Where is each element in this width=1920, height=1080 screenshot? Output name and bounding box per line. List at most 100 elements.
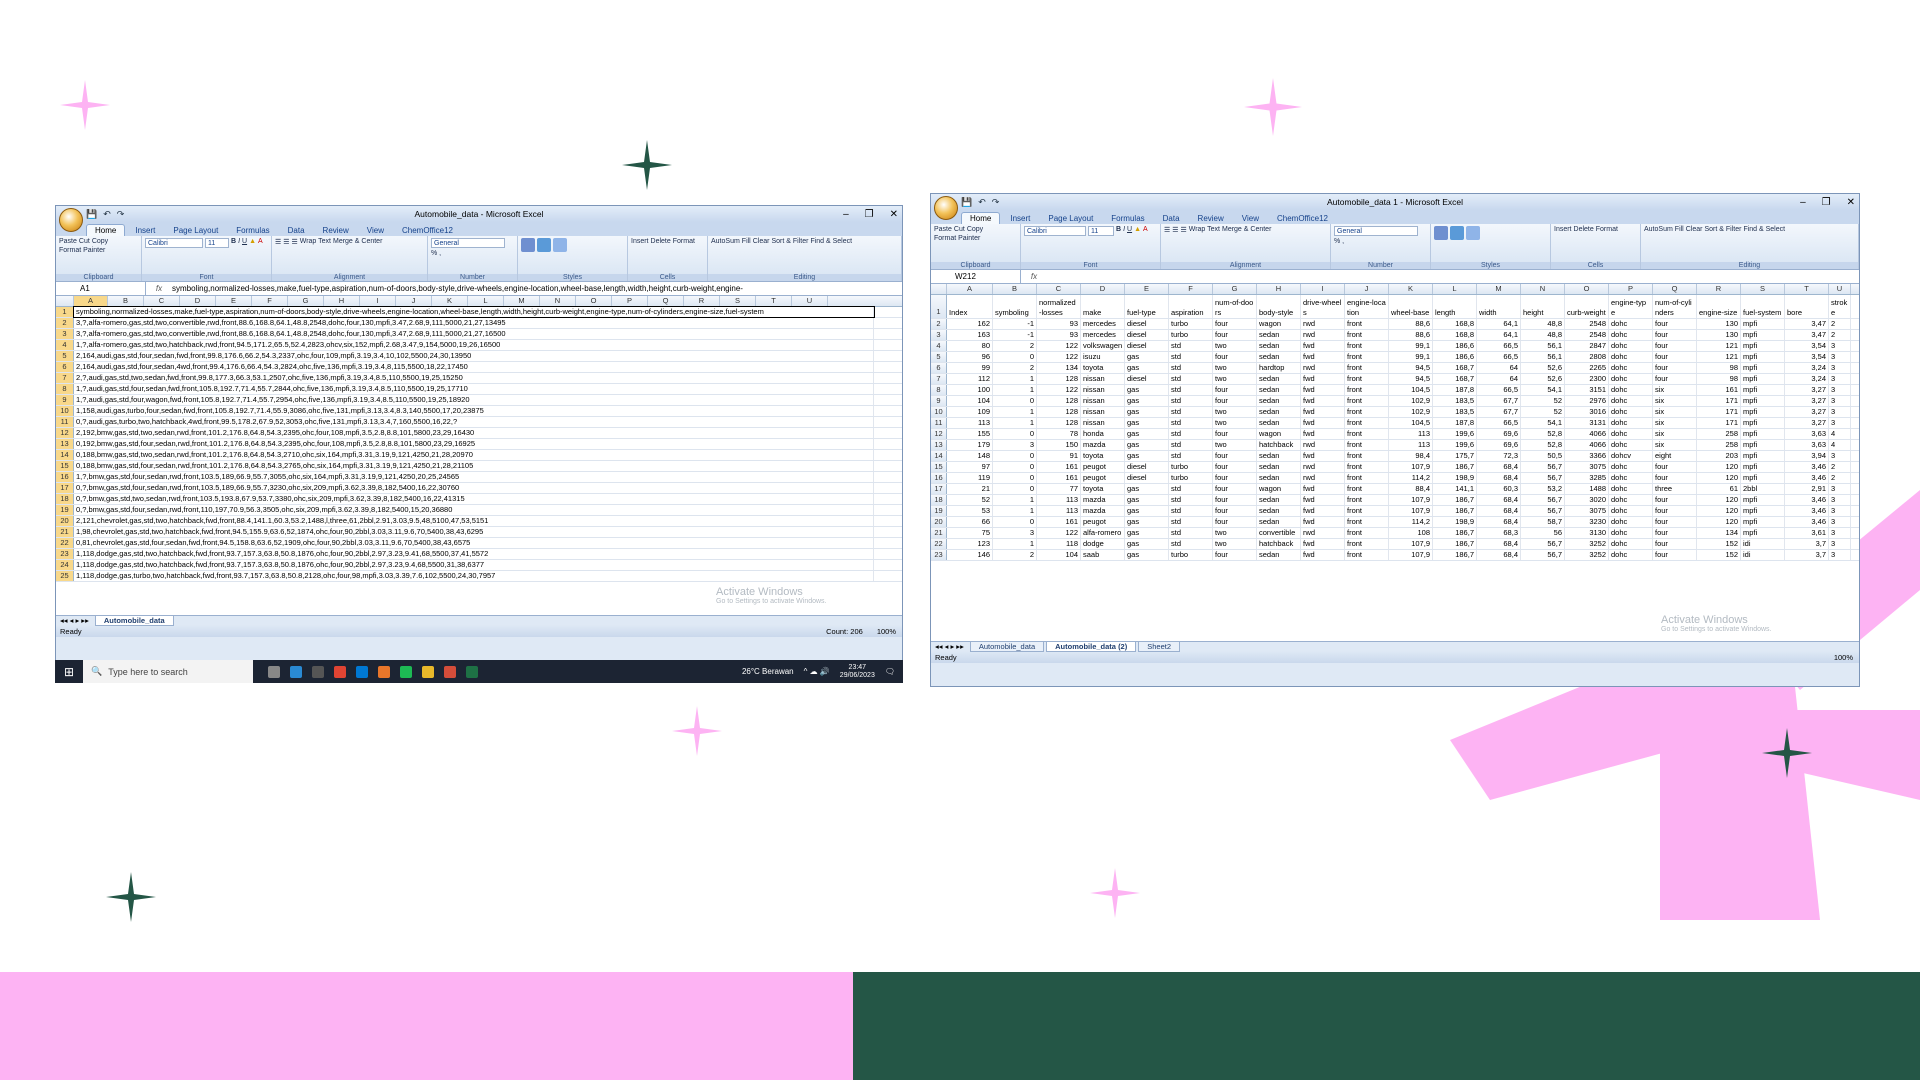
table-cell[interactable]: 161 (1037, 473, 1081, 483)
table-cell[interactable]: mpfi (1741, 528, 1785, 538)
column-title[interactable]: make (1081, 295, 1125, 318)
column-header[interactable]: G (288, 296, 324, 306)
table-cell[interactable]: 3 (1829, 352, 1851, 362)
table-cell[interactable]: 4066 (1565, 440, 1609, 450)
table-cell[interactable]: 91 (1037, 451, 1081, 461)
conditional-formatting-icon[interactable] (521, 238, 535, 252)
table-cell[interactable]: 118 (1037, 539, 1081, 549)
tab-data[interactable]: Data (280, 225, 313, 236)
table-cell[interactable]: 54,1 (1521, 418, 1565, 428)
table-cell[interactable]: 104,5 (1389, 418, 1433, 428)
table-cell[interactable]: dohc (1609, 374, 1653, 384)
column-header[interactable]: O (1565, 284, 1609, 294)
table-cell[interactable]: 3,94 (1785, 451, 1829, 461)
table-cell[interactable]: sedan (1257, 341, 1301, 351)
table-cell[interactable]: four (1653, 506, 1697, 516)
table-cell[interactable]: gas (1125, 528, 1169, 538)
table-cell[interactable]: 102,9 (1389, 407, 1433, 417)
table-cell[interactable]: 122 (1037, 352, 1081, 362)
edge-icon[interactable] (290, 665, 302, 678)
row-number[interactable]: 22 (931, 539, 947, 549)
fill-button[interactable]: Fill (1675, 226, 1684, 233)
italic-button[interactable]: I (1123, 226, 1125, 236)
table-cell[interactable]: rwd (1301, 363, 1345, 373)
row-number[interactable]: 21 (56, 527, 74, 537)
column-title[interactable]: drive-wheels (1301, 295, 1345, 318)
table-cell[interactable]: front (1345, 550, 1389, 560)
table-cell[interactable]: 0 (993, 451, 1037, 461)
delete-button[interactable]: Delete (651, 238, 671, 245)
table-cell[interactable]: 3,?,alfa-romero,gas,std,two,convertible,… (74, 329, 874, 339)
table-cell[interactable]: 186,7 (1433, 550, 1477, 560)
table-cell[interactable]: 1488 (1565, 484, 1609, 494)
table-cell[interactable]: alfa-romero (1081, 528, 1125, 538)
table-cell[interactable]: two (1213, 341, 1257, 351)
table-cell[interactable]: 102,9 (1389, 396, 1433, 406)
format-button[interactable]: Format (1596, 226, 1618, 233)
fill-button[interactable]: Fill (742, 238, 751, 245)
tab-chemoffice12[interactable]: ChemOffice12 (394, 225, 461, 236)
table-cell[interactable]: std (1169, 528, 1213, 538)
table-cell[interactable]: 168,7 (1433, 374, 1477, 384)
table-cell[interactable]: rwd (1301, 528, 1345, 538)
table-cell[interactable]: 258 (1697, 440, 1741, 450)
table-cell[interactable]: front (1345, 352, 1389, 362)
column-title[interactable]: Index (947, 295, 993, 318)
table-cell[interactable]: 3366 (1565, 451, 1609, 461)
table-cell[interactable]: 50,5 (1521, 451, 1565, 461)
fx-icon[interactable]: fx (146, 284, 172, 293)
table-cell[interactable]: 3,54 (1785, 341, 1829, 351)
paste-button[interactable]: Paste (59, 238, 77, 245)
column-header[interactable]: P (1609, 284, 1653, 294)
table-cell[interactable]: 3285 (1565, 473, 1609, 483)
maximize-icon[interactable]: ❐ (865, 209, 874, 220)
tab-home[interactable]: Home (86, 224, 126, 236)
table-cell[interactable]: hardtop (1257, 363, 1301, 373)
table-cell[interactable]: 2265 (1565, 363, 1609, 373)
table-cell[interactable]: 3 (993, 528, 1037, 538)
column-title[interactable]: bore (1785, 295, 1829, 318)
file-explorer-icon[interactable] (422, 665, 434, 678)
table-cell[interactable]: 3,46 (1785, 462, 1829, 472)
table-cell[interactable]: 0 (993, 429, 1037, 439)
cell-styles-icon[interactable] (553, 238, 567, 252)
table-cell[interactable]: sedan (1257, 473, 1301, 483)
table-cell[interactable]: six (1653, 407, 1697, 417)
row-number[interactable]: 22 (56, 538, 74, 548)
fx-icon[interactable]: fx (1021, 272, 1047, 281)
spreadsheet-grid[interactable]: ABCDEFGHIJKLMNOPQRSTU 1 Index symboling nor… (931, 284, 1859, 641)
column-title[interactable]: body-style (1257, 295, 1301, 318)
table-cell[interactable]: 1 (993, 407, 1037, 417)
table-cell[interactable]: front (1345, 495, 1389, 505)
zoom-level[interactable]: 100% (877, 627, 896, 636)
name-box[interactable]: A1 (56, 282, 146, 295)
table-cell[interactable]: 68,4 (1477, 462, 1521, 472)
table-cell[interactable]: 56,7 (1521, 495, 1565, 505)
table-cell[interactable]: 1,98,chevrolet,gas,std,two,hatchback,fwd… (74, 527, 874, 537)
table-cell[interactable]: rwd (1301, 319, 1345, 329)
table-cell[interactable]: front (1345, 330, 1389, 340)
row-number[interactable]: 6 (931, 363, 947, 373)
table-cell[interactable]: toyota (1081, 451, 1125, 461)
column-header[interactable]: R (1697, 284, 1741, 294)
weather-widget[interactable]: 26°C Berawan (742, 667, 794, 676)
row-number[interactable]: 3 (931, 330, 947, 340)
tab-insert[interactable]: Insert (1002, 213, 1038, 224)
table-cell[interactable]: 53,2 (1521, 484, 1565, 494)
table-cell[interactable]: four (1213, 352, 1257, 362)
table-cell[interactable]: -1 (993, 330, 1037, 340)
table-cell[interactable]: four (1653, 352, 1697, 362)
table-cell[interactable]: 21 (947, 484, 993, 494)
table-cell[interactable]: nissan (1081, 385, 1125, 395)
table-cell[interactable]: peugot (1081, 462, 1125, 472)
table-cell[interactable]: 1,118,dodge,gas,std,two,hatchback,fwd,fr… (74, 560, 874, 570)
table-cell[interactable]: honda (1081, 429, 1125, 439)
tab-home[interactable]: Home (961, 212, 1001, 224)
table-cell[interactable]: 0 (993, 484, 1037, 494)
row-number[interactable]: 25 (56, 571, 74, 581)
wrap-text-button[interactable]: Wrap Text (1189, 226, 1220, 234)
table-cell[interactable]: 53 (947, 506, 993, 516)
table-cell[interactable]: gas (1125, 517, 1169, 527)
table-cell[interactable]: mpfi (1741, 451, 1785, 461)
table-cell[interactable]: 3,61 (1785, 528, 1829, 538)
